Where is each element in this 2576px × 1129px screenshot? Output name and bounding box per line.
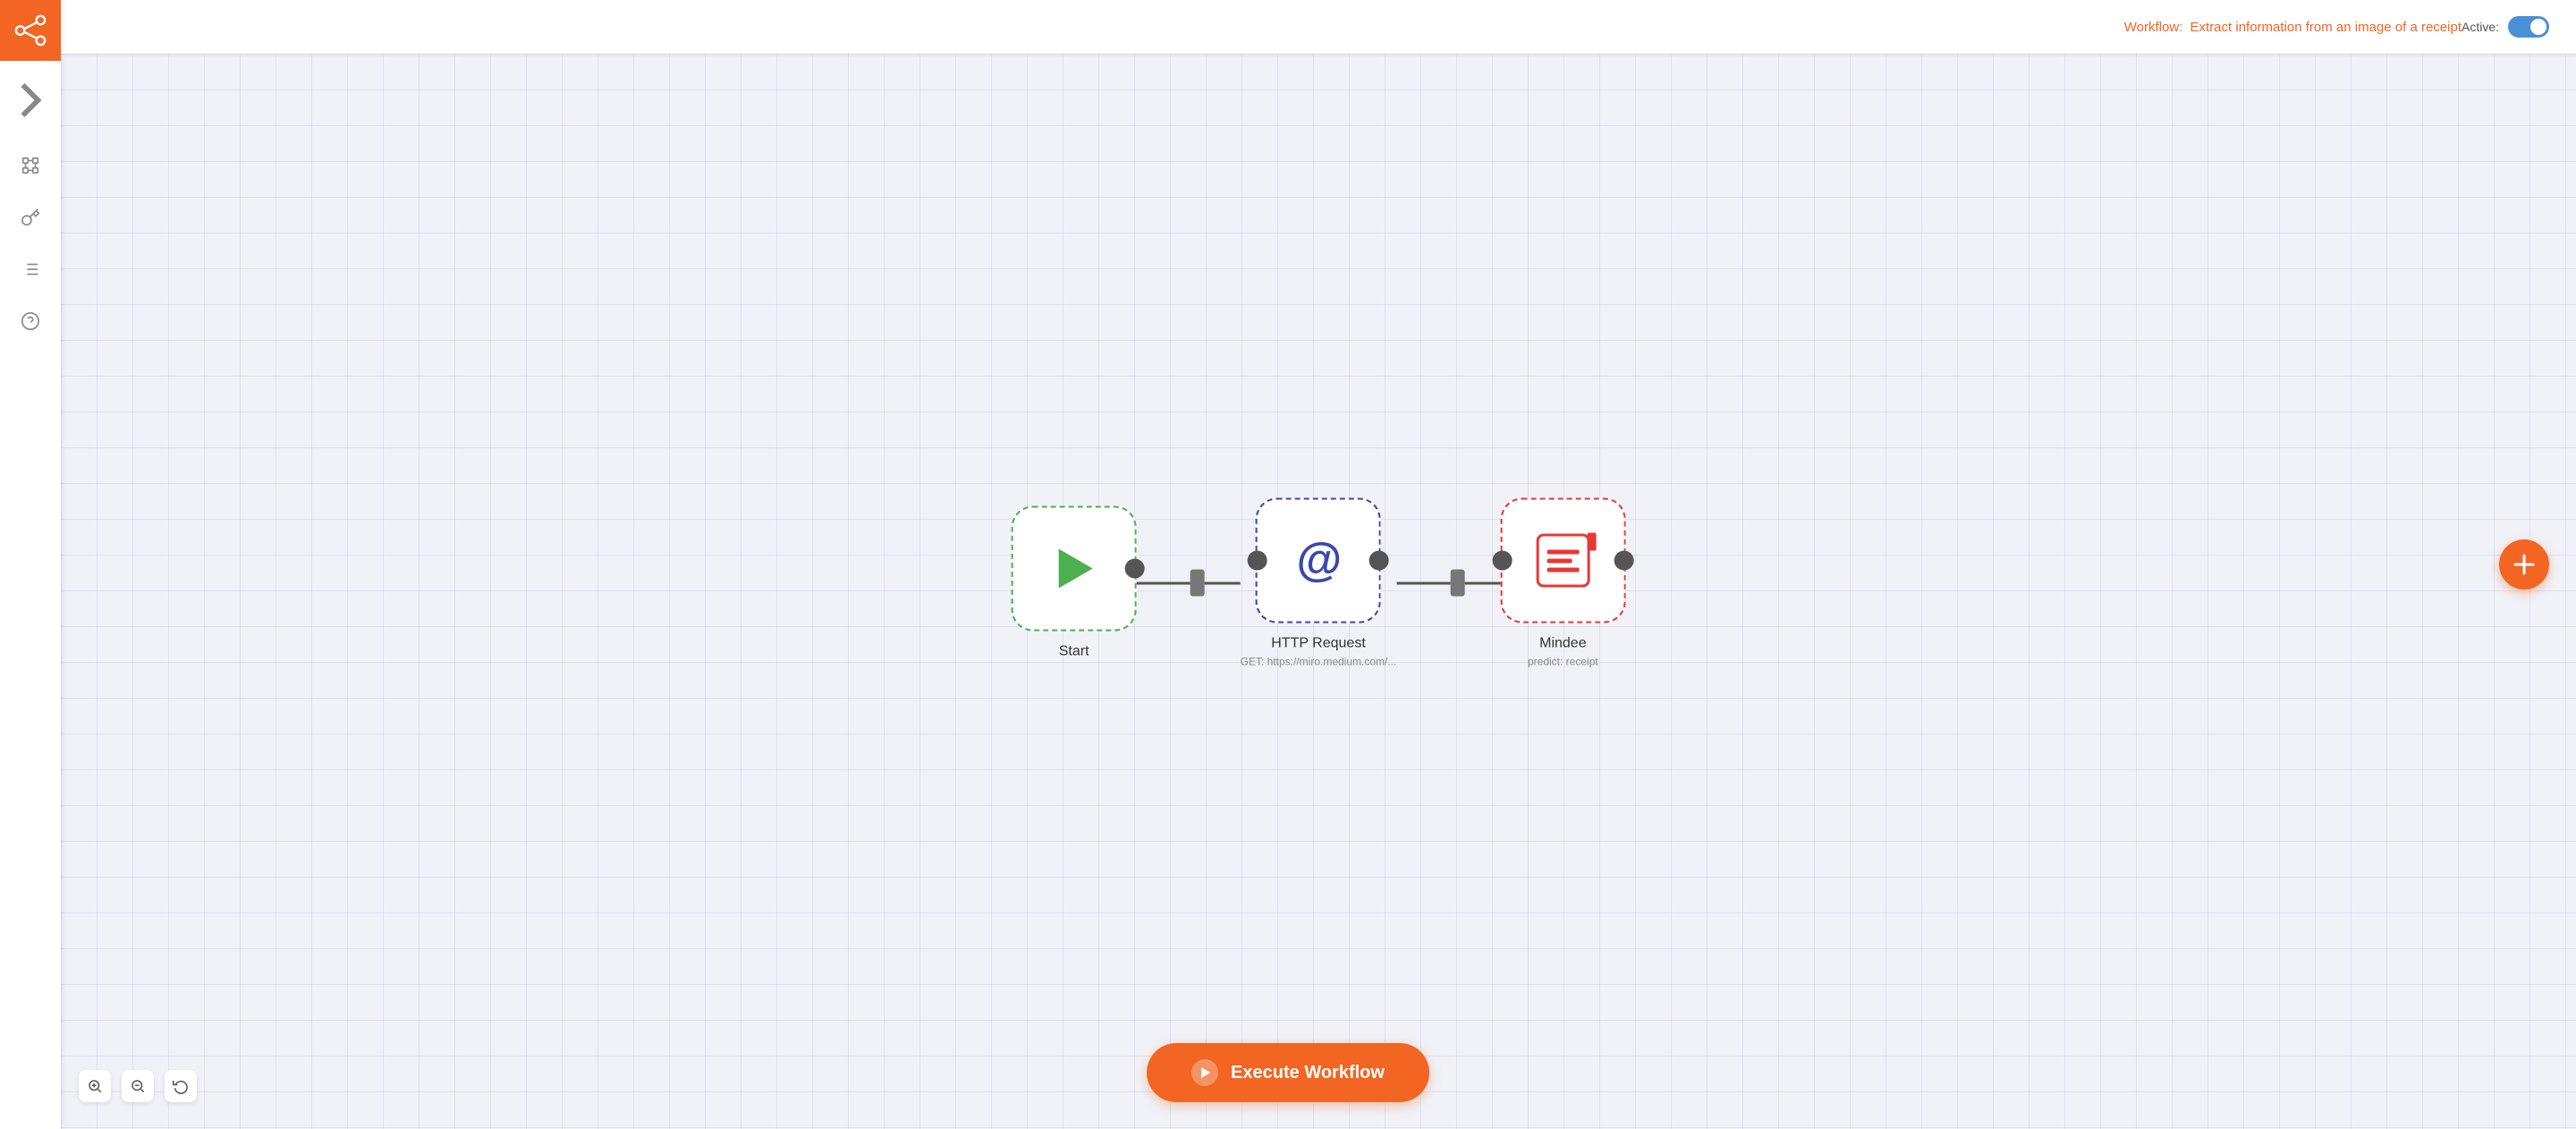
http-at-icon: @ xyxy=(1296,534,1342,588)
node-http[interactable]: @ xyxy=(1256,498,1381,624)
sidebar-expand-button[interactable] xyxy=(0,61,61,140)
mindee-line-3 xyxy=(1546,567,1579,572)
mindee-line-1 xyxy=(1546,549,1579,554)
node-wrapper-http: @ HTTP Request GET: https://miro.medium.… xyxy=(1241,498,1397,668)
workflow-area: Start @ HTTP Request GET: https://miro.m… xyxy=(1012,498,1626,668)
active-toggle[interactable] xyxy=(2508,16,2549,38)
mindee-output-connector[interactable] xyxy=(1614,551,1633,571)
line-start-http-2 xyxy=(1205,581,1241,584)
line-http-mindee xyxy=(1396,581,1450,584)
active-label: Active: xyxy=(2462,20,2499,34)
start-play-icon xyxy=(1059,549,1093,589)
mindee-sublabel: predict: receipt xyxy=(1528,656,1598,668)
workflow-title: Workflow: Extract information from an im… xyxy=(2124,20,2462,35)
sidebar-item-connections[interactable] xyxy=(0,140,61,191)
execute-workflow-button[interactable]: Execute Workflow xyxy=(1147,1043,1429,1102)
header-right: Active: xyxy=(2462,16,2549,38)
mindee-document-icon xyxy=(1536,534,1589,588)
node-wrapper-mindee: Mindee predict: receipt xyxy=(1500,498,1625,668)
workflow-prefix: Workflow: xyxy=(2124,20,2183,35)
zoom-reset-button[interactable] xyxy=(165,1070,197,1102)
sidebar xyxy=(0,0,61,1129)
rect-connector-2 xyxy=(1450,570,1464,597)
execute-label: Execute Workflow xyxy=(1231,1063,1385,1083)
reset-icon xyxy=(173,1078,189,1094)
header: Workflow: Extract information from an im… xyxy=(61,0,2576,54)
line-http-mindee-2 xyxy=(1464,581,1500,584)
sidebar-item-help[interactable] xyxy=(0,295,61,347)
sidebar-item-credentials[interactable] xyxy=(0,191,61,243)
sidebar-item-executions[interactable] xyxy=(0,243,61,295)
node-mindee[interactable] xyxy=(1500,498,1625,624)
start-label: Start xyxy=(1059,644,1089,660)
http-sublabel: GET: https://miro.medium.com/... xyxy=(1241,656,1397,668)
line-start-http xyxy=(1137,581,1191,584)
zoom-out-icon xyxy=(130,1078,146,1094)
zoom-in-icon xyxy=(87,1078,103,1094)
mindee-icon-lines xyxy=(1539,542,1586,579)
node-start[interactable] xyxy=(1012,506,1137,632)
http-input-connector[interactable] xyxy=(1248,551,1267,571)
connector-start-http xyxy=(1137,570,1241,597)
execute-workflow-container: Execute Workflow xyxy=(1147,1043,1429,1102)
execute-play-icon xyxy=(1191,1059,1218,1086)
start-output-connector[interactable] xyxy=(1125,559,1145,579)
node-wrapper-start: Start xyxy=(1012,506,1137,660)
add-node-button[interactable] xyxy=(2499,539,2549,590)
http-output-connector[interactable] xyxy=(1369,551,1389,571)
workflow-canvas: Start @ HTTP Request GET: https://miro.m… xyxy=(61,54,2576,1129)
mindee-label: Mindee xyxy=(1539,636,1586,652)
zoom-in-button[interactable] xyxy=(79,1070,111,1102)
plus-icon xyxy=(2512,552,2537,577)
mindee-line-2 xyxy=(1546,558,1572,563)
rect-connector-1 xyxy=(1191,570,1205,597)
zoom-controls xyxy=(79,1070,197,1102)
execute-play-triangle xyxy=(1199,1066,1211,1079)
sidebar-logo[interactable] xyxy=(0,0,61,61)
workflow-name: Extract information from an image of a r… xyxy=(2190,20,2462,35)
http-label: HTTP Request xyxy=(1271,636,1366,652)
mindee-input-connector[interactable] xyxy=(1492,551,1512,571)
connector-http-mindee xyxy=(1396,570,1500,597)
zoom-out-button[interactable] xyxy=(122,1070,154,1102)
